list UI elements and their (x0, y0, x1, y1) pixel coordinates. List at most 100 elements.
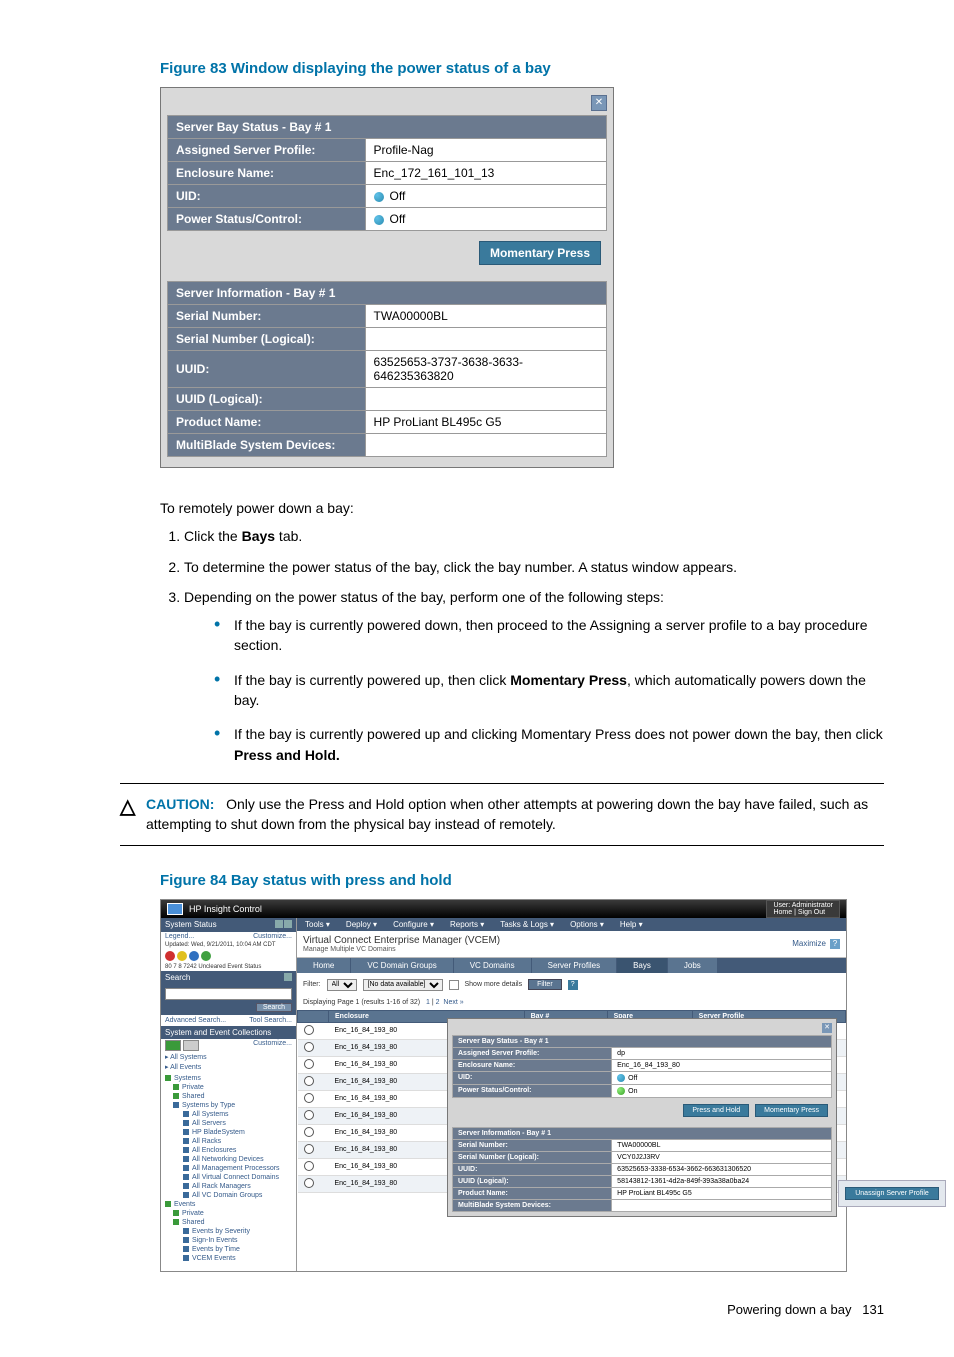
popup-close-icon[interactable]: ✕ (822, 1023, 832, 1033)
tree-bladesystem[interactable]: HP BladeSystem (165, 1128, 292, 1137)
menu-reports[interactable]: Reports ▾ (442, 918, 492, 931)
page-2[interactable]: 2 (436, 999, 440, 1006)
header-icons[interactable] (274, 920, 292, 930)
tree-networking[interactable]: All Networking Devices (165, 1155, 292, 1164)
row-radio[interactable] (304, 1093, 314, 1103)
bullet-1: If the bay is currently powered down, th… (214, 615, 884, 656)
popup-pwr-v: On (612, 1084, 832, 1097)
momentary-press-button[interactable]: Momentary Press (479, 241, 601, 265)
page-1[interactable]: 1 (426, 999, 430, 1006)
updated-text: Updated: Wed, 9/21/2011, 10:04 AM CDT (161, 941, 296, 949)
row-radio[interactable] (304, 1042, 314, 1052)
tree-systems-type[interactable]: Systems by Type (165, 1101, 292, 1110)
step-2: To determine the power status of the bay… (184, 557, 884, 577)
customize2-link[interactable]: Customize... (253, 1040, 292, 1051)
press-and-hold-button[interactable]: Press and Hold (683, 1104, 749, 1117)
uid-label: UID: (168, 185, 366, 208)
main-panel: Tools ▾ Deploy ▾ Configure ▾ Reports ▾ T… (297, 918, 846, 1271)
maximize-link[interactable]: Maximize (792, 939, 826, 948)
home-signout-links[interactable]: Home | Sign Out (773, 909, 825, 916)
tab-bays[interactable]: Bays (617, 958, 668, 973)
tree-enclosures[interactable]: All Enclosures (165, 1146, 292, 1155)
filter-button[interactable]: Filter (528, 979, 562, 990)
unassign-profile-button[interactable]: Unassign Server Profile (845, 1187, 939, 1200)
row-radio[interactable] (304, 1059, 314, 1069)
filter-help-icon[interactable]: ? (568, 980, 578, 990)
tree-events-shared[interactable]: Shared (165, 1218, 292, 1227)
tree-private[interactable]: Private (165, 1083, 292, 1092)
status-warning-icon[interactable] (177, 951, 187, 961)
tree-signin-events[interactable]: Sign-In Events (165, 1236, 292, 1245)
menu-tools[interactable]: Tools ▾ (297, 918, 338, 931)
row-radio[interactable] (304, 1161, 314, 1171)
customize-link[interactable]: Customize... (253, 933, 292, 940)
enclosure-label: Enclosure Name: (168, 162, 366, 185)
menu-configure[interactable]: Configure ▾ (385, 918, 442, 931)
menu-deploy[interactable]: Deploy ▾ (338, 918, 385, 931)
side-button-panel: Unassign Server Profile (838, 1180, 946, 1207)
profile-label: Assigned Server Profile: (168, 139, 366, 162)
product-label: Product Name: (168, 411, 366, 434)
tree-all-systems[interactable]: All Systems (165, 1110, 292, 1119)
status-critical-icon[interactable] (165, 951, 175, 961)
menu-help[interactable]: Help ▾ (612, 918, 651, 931)
legend-link[interactable]: Legend... (165, 933, 194, 940)
row-radio[interactable] (304, 1144, 314, 1154)
popup-serlog-v: VCY0J2J3RV (612, 1151, 832, 1163)
tree-rack-mgrs[interactable]: All Rack Managers (165, 1182, 292, 1191)
collapse-icon[interactable] (283, 973, 292, 983)
row-radio[interactable] (304, 1025, 314, 1035)
popup-mbs-l: MultiBlade System Devices: (453, 1199, 612, 1211)
tree-mgmt-proc[interactable]: All Management Processors (165, 1164, 292, 1173)
tree-events-time[interactable]: Events by Time (165, 1245, 292, 1254)
momentary-press-button[interactable]: Momentary Press (755, 1104, 828, 1117)
product-value: HP ProLiant BL495c G5 (365, 411, 606, 434)
view-icon-1[interactable] (165, 1040, 181, 1051)
status-info-icon[interactable] (189, 951, 199, 961)
row-radio[interactable] (304, 1178, 314, 1188)
tree-events-severity[interactable]: Events by Severity (165, 1227, 292, 1236)
advanced-search-link[interactable]: Advanced Search... (165, 1017, 226, 1024)
tree-systems[interactable]: Systems (165, 1074, 292, 1083)
tab-home[interactable]: Home (297, 958, 351, 973)
all-events-link[interactable]: ▸ All Events (161, 1062, 296, 1072)
menu-tasks[interactable]: Tasks & Logs ▾ (492, 918, 562, 931)
view-icon-2[interactable] (183, 1040, 199, 1051)
substeps: If the bay is currently powered down, th… (214, 615, 884, 765)
tree-events[interactable]: Events (165, 1200, 292, 1209)
close-icon[interactable]: ✕ (591, 95, 607, 111)
bullet-3: If the bay is currently powered up and c… (214, 724, 884, 765)
crumb-bar: Virtual Connect Enterprise Manager (VCEM… (297, 931, 846, 958)
all-systems-link[interactable]: ▸ All Systems (161, 1052, 296, 1062)
tree-vcem-events[interactable]: VCEM Events (165, 1254, 292, 1263)
tree-vc-groups[interactable]: All VC Domain Groups (165, 1191, 292, 1200)
menu-options[interactable]: Options ▾ (562, 918, 612, 931)
tab-vc-domains[interactable]: VC Domains (454, 958, 532, 973)
filter-select-2[interactable]: [No data available] (363, 979, 443, 991)
row-radio[interactable] (304, 1127, 314, 1137)
close-row: ✕ (167, 92, 607, 111)
filter-select-1[interactable]: All (327, 979, 357, 991)
tree-events-private[interactable]: Private (165, 1209, 292, 1218)
server-info-table: Server Information - Bay # 1 Serial Numb… (167, 281, 607, 457)
tree-vc-domains[interactable]: All Virtual Connect Domains (165, 1173, 292, 1182)
tree-all-servers[interactable]: All Servers (165, 1119, 292, 1128)
tab-server-profiles[interactable]: Server Profiles (532, 958, 617, 973)
row-radio[interactable] (304, 1076, 314, 1086)
status-ok-icon[interactable] (201, 951, 211, 961)
product-name: HP Insight Control (189, 904, 262, 914)
search-button[interactable]: Search (256, 1003, 292, 1012)
sidebar: System Status Legend... Customize... Upd… (161, 918, 297, 1271)
help-icon[interactable]: ? (830, 939, 840, 949)
serial-value: TWA00000BL (365, 305, 606, 328)
tree-racks[interactable]: All Racks (165, 1137, 292, 1146)
popup-ser-l: Serial Number: (453, 1139, 612, 1151)
row-radio[interactable] (304, 1110, 314, 1120)
tool-search-link[interactable]: Tool Search... (249, 1017, 292, 1024)
tree-shared[interactable]: Shared (165, 1092, 292, 1101)
page-next[interactable]: Next » (443, 999, 463, 1006)
tab-jobs[interactable]: Jobs (668, 958, 718, 973)
search-input[interactable] (165, 988, 292, 1000)
show-more-checkbox[interactable] (449, 980, 459, 990)
tab-vc-groups[interactable]: VC Domain Groups (351, 958, 453, 973)
